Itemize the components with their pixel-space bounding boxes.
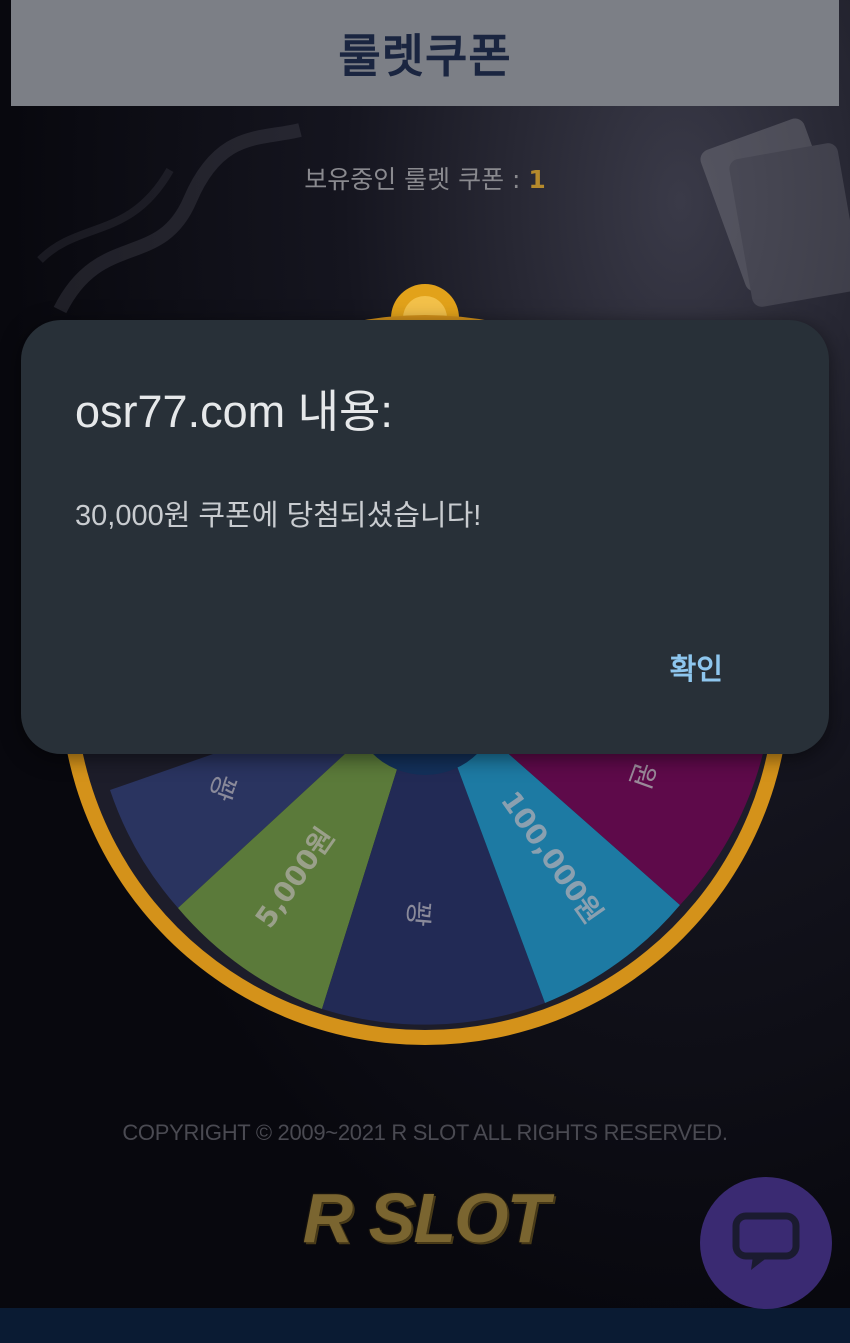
dialog-message: 30,000원 쿠폰에 당첨되셨습니다! xyxy=(75,500,482,532)
bottom-bar xyxy=(0,1308,850,1343)
live-chat-button[interactable] xyxy=(700,1177,832,1309)
chat-bubble-icon xyxy=(732,1212,800,1270)
dialog-title: osr77.com 내용: xyxy=(75,386,393,437)
copyright-text: COPYRIGHT © 2009~2021 R SLOT ALL RIGHTS … xyxy=(122,1120,728,1145)
confirm-button[interactable]: 확인 xyxy=(670,646,723,688)
segment-label: 꽝 xyxy=(401,899,436,928)
rslot-logo: R SLOT xyxy=(302,1179,550,1257)
alert-dialog: osr77.com 내용: 30,000원 쿠폰에 당첨되셨습니다! 확인 xyxy=(21,320,829,754)
